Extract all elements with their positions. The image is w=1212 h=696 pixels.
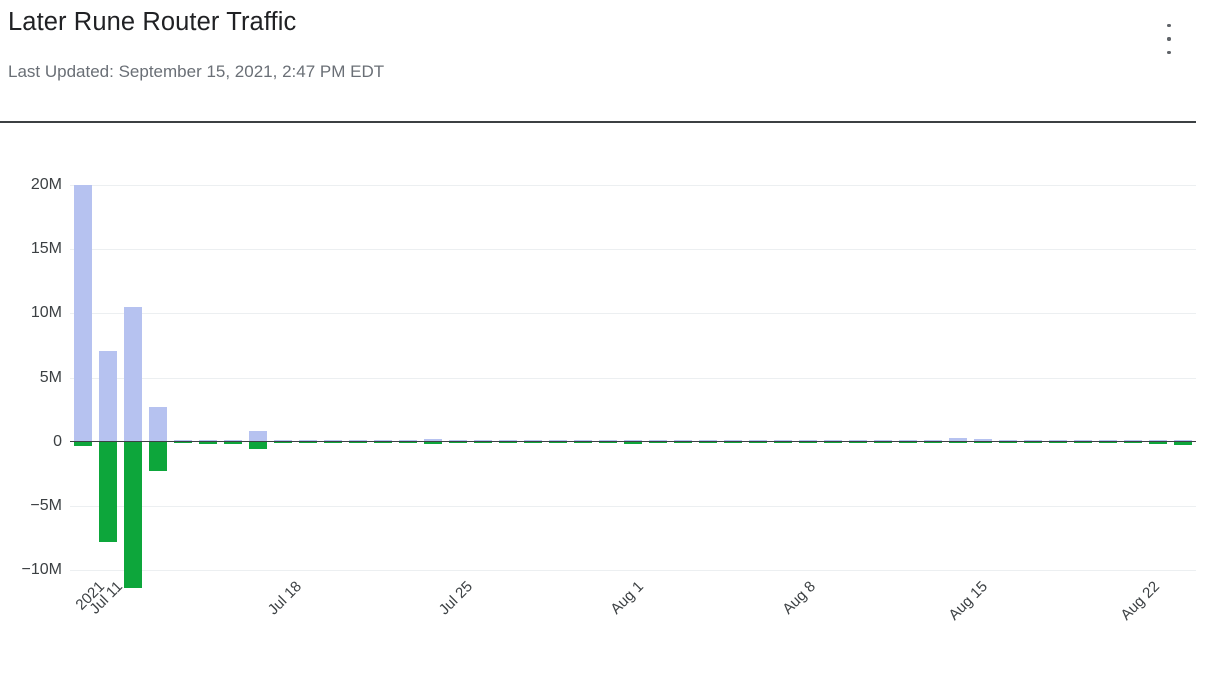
ellipsis-dot [1167, 37, 1171, 41]
ellipsis-dot [1167, 24, 1171, 28]
y-axis-tick-label: 15M [30, 240, 62, 258]
bar-negative[interactable] [98, 441, 117, 542]
y-axis-tick-label: 20M [30, 176, 62, 193]
gridline [70, 313, 1196, 315]
y-axis-tick-label: 10M [30, 304, 62, 322]
gridline [70, 249, 1196, 251]
ellipsis-dot [1167, 50, 1171, 54]
x-axis-tick-label: Aug 15 [945, 578, 992, 624]
page-title: Later Rune Router Traffic [8, 8, 297, 36]
chart-container: 20M 15M 10M 5M 0 −5M −10M Jul 11 2021 Jul 18 Jul … [0, 122, 1212, 672]
x-axis-tick-label: Aug 1 [607, 578, 648, 618]
x-axis-tick-label: Aug 22 [1117, 578, 1164, 624]
y-axis-tick-label: 0 [53, 432, 62, 450]
zero-axis-line [70, 440, 1196, 443]
y-axis-tick-label: 5M [39, 368, 62, 386]
x-axis-tick-label: Jul 25 [435, 578, 477, 619]
gridline [70, 570, 1196, 571]
x-axis-year-label: 2021 [72, 578, 109, 614]
bar-negative[interactable] [148, 441, 167, 472]
x-axis-tick-label: Jul 18 [264, 578, 306, 619]
gridline [70, 185, 1196, 186]
bar-negative[interactable] [248, 441, 267, 450]
bar-positive[interactable] [73, 185, 92, 442]
gridline [70, 377, 1196, 379]
x-axis-tick-label: Jul 11 [86, 578, 127, 618]
chart-header: Later Rune Router Traffic Last Updated: … [0, 0, 1212, 123]
bar-positive[interactable] [148, 407, 167, 442]
last-updated-text: Last Updated: September 15, 2021, 2:47 P… [8, 62, 385, 81]
bar-positive[interactable] [98, 350, 117, 442]
y-axis-tick-label: −10M [21, 561, 62, 578]
bar-positive[interactable] [123, 306, 142, 442]
plot-area [70, 185, 1196, 588]
x-axis-tick-label: Aug 8 [779, 578, 820, 618]
y-axis-tick-label: −5M [30, 496, 62, 514]
vertical-ellipsis-icon[interactable] [1158, 22, 1180, 56]
bar-negative[interactable] [123, 441, 142, 588]
gridline [70, 505, 1196, 507]
